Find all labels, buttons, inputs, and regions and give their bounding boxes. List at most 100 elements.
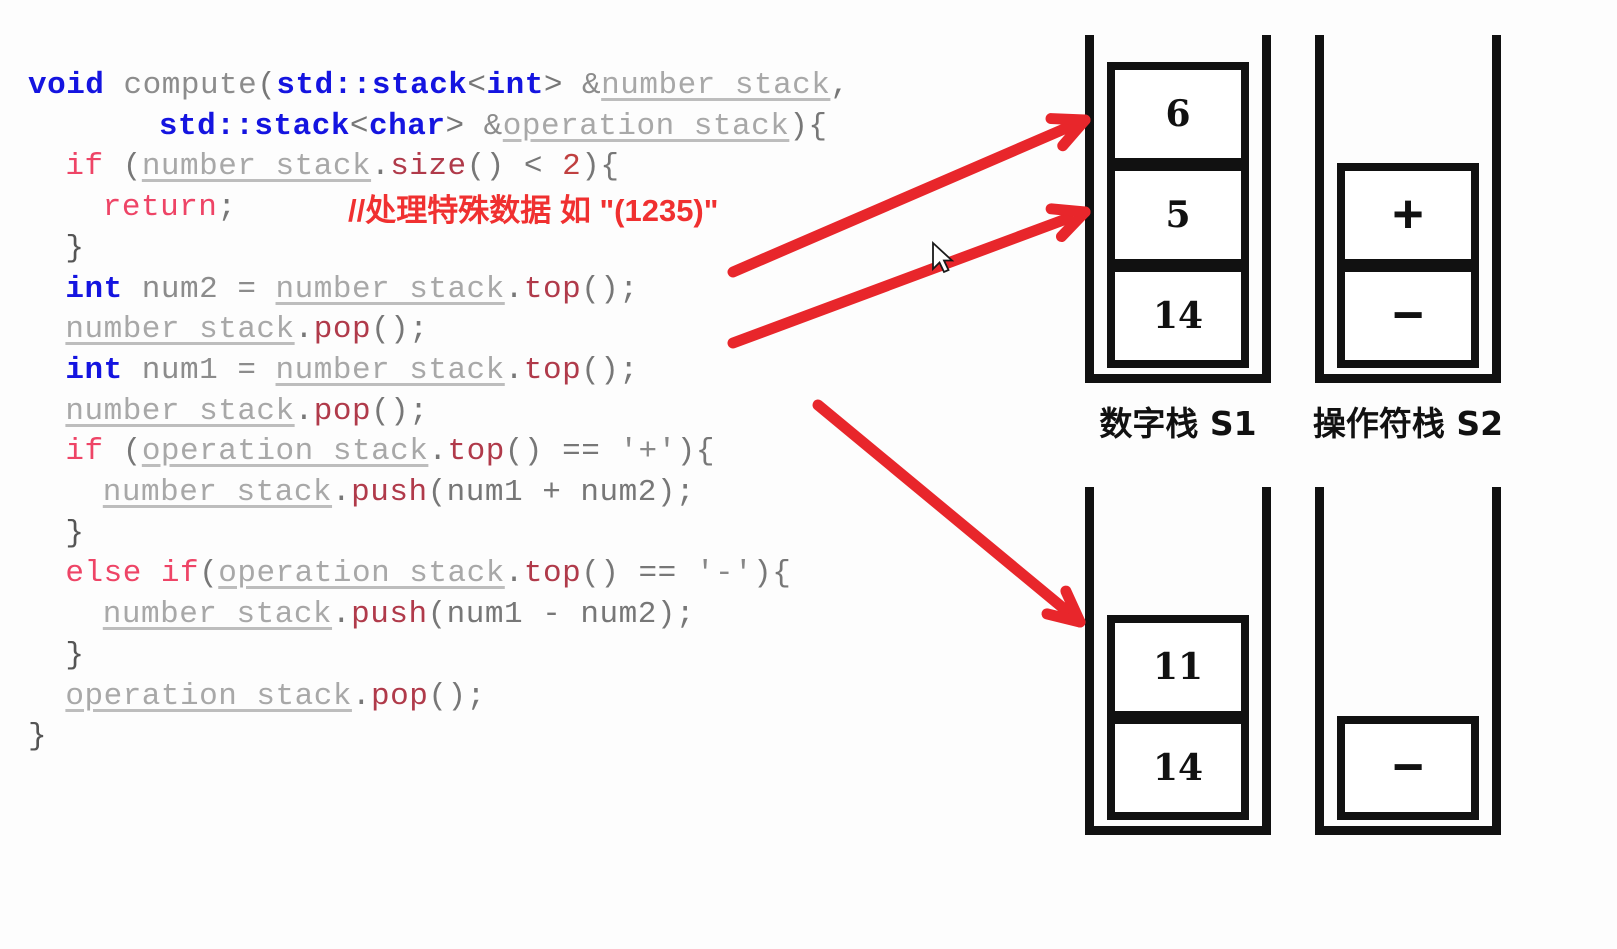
stack-cell: − [1337,716,1479,820]
code-token: > [543,68,563,103]
code-token: ( [103,434,142,470]
code-line: int num1 = number stack.top(); [65,355,638,386]
stack-cell: 14 [1107,264,1249,368]
code-token: . [294,312,314,348]
code-token: '-' [695,556,754,592]
code-token: top [523,352,582,388]
slide-canvas: void compute(std::stack<int> &number sta… [0,0,1617,949]
code-token: < [349,108,370,144]
code-line: else if(operation stack.top() == '-'){ [65,558,791,589]
code-token: } [28,719,48,755]
stack-cell: 6 [1107,62,1249,166]
code-comment-annotation: //处理特殊数据 如 "(1235)" [348,193,719,228]
code-token: int [65,271,123,307]
code-token: ; [217,190,237,226]
code-line: } [65,640,84,671]
code-token: ( [199,556,219,592]
arrow-push-to-bottom-stack-head-1 [1060,585,1086,628]
code-token: number stack [275,271,505,307]
code-token: int [486,68,544,103]
code-token: operation stack [502,108,790,144]
code-listing: void compute(std::stack<int> &number sta… [0,0,1060,949]
code-token: number stack [65,312,295,348]
code-line: operation stack.pop(); [65,681,485,712]
code-token: . [332,597,352,633]
code-line: std::stack<char> &operation stack){ [159,111,828,142]
stack-cell: 14 [1107,716,1249,820]
code-token: ){ [753,556,792,592]
code-token: void [28,68,105,103]
code-token: num2 = [122,271,276,307]
code-token: ){ [581,149,620,185]
stack-container-outline: 6 5 14 [1085,35,1271,383]
code-line: if (operation stack.top() == '+'){ [65,436,715,467]
stack-cells: − [1337,716,1479,820]
code-token: std::stack [276,68,468,103]
code-token: 2 [562,149,582,185]
code-token: number stack [141,149,372,185]
code-token: operation stack [141,434,429,470]
code-line: number stack.push(num1 + num2); [103,477,695,508]
code-line: return; [103,192,237,223]
code-token: compute [123,68,258,103]
stack-cells: 6 5 14 [1107,62,1249,368]
code-token: top [523,556,582,592]
code-token: pop [313,312,372,348]
code-token: push [351,597,428,633]
code-token: number stack [102,597,333,633]
code-token: < [467,68,487,103]
stack-container-outline: 11 14 [1085,487,1271,835]
code-token: char [369,108,446,144]
code-token: , [830,68,850,103]
stack-cell: + [1337,163,1479,267]
code-token: . [504,556,524,592]
stack-container-outline: − [1315,487,1501,835]
arrow-num2-to-top-cell-head-0 [1057,114,1091,152]
code-token: number stack [275,352,505,388]
code-token: () == [581,556,696,592]
code-token: & [562,68,602,103]
stack-cell: − [1337,264,1479,368]
code-token: (); [371,312,429,348]
code-line: number stack.pop(); [65,396,428,427]
code-token: number stack [65,393,295,429]
code-token: (); [371,393,429,429]
code-token: } [65,515,85,551]
stack-cell: 11 [1107,615,1249,719]
code-token: number stack [601,68,831,103]
code-token: '+' [619,434,677,470]
code-token: (num1 - num2); [427,597,696,633]
code-token: int [65,352,123,388]
code-line: if (number stack.size() < 2){ [65,151,619,182]
code-line: void compute(std::stack<int> &number sta… [28,70,850,101]
code-token: & [464,108,503,144]
code-token: if [65,149,104,185]
stack-cell: 5 [1107,163,1249,267]
code-token: ){ [676,434,715,470]
code-token: } [65,637,85,673]
stack-cells: 11 14 [1107,615,1249,820]
code-token: () < [466,149,563,185]
code-token: (); [581,271,639,307]
code-token: if [65,434,104,470]
code-token: push [351,475,428,510]
stack-container-outline: + − [1315,35,1501,383]
code-token: (); [428,678,486,714]
code-token: num1 = [122,352,276,388]
arrow-num1-to-second-cell-head-0 [1055,206,1091,243]
code-token: ( [103,149,142,185]
code-token: } [65,230,85,266]
code-token: > [445,108,465,144]
code-line: int num2 = number stack.top(); [65,274,638,305]
code-token: . [294,393,314,429]
code-token: else [65,556,142,592]
code-token: std::stack [158,108,350,144]
code-token: return [102,190,218,226]
code-token: top [447,434,505,470]
code-token: ( [257,68,277,103]
code-token: () == [504,434,620,470]
code-token: . [332,475,352,510]
stack-cells: + − [1337,163,1479,368]
